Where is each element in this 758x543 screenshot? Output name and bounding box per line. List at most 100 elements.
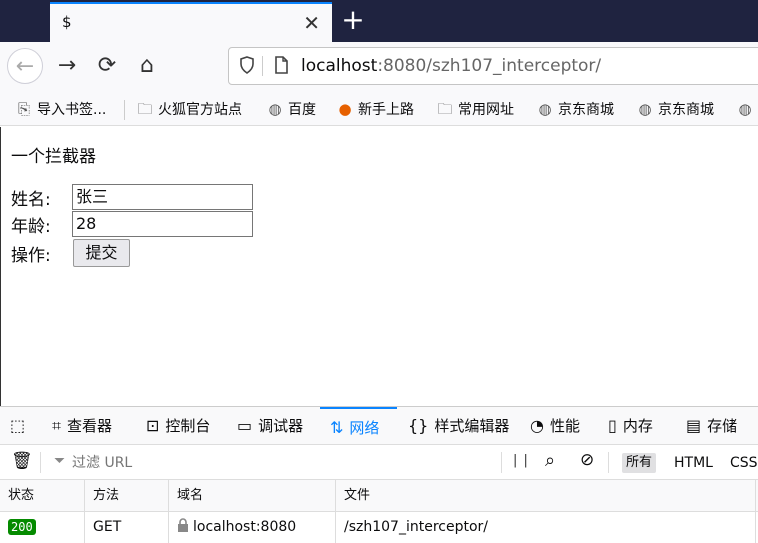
bookmark-import[interactable]: ⎘ 导入书签... <box>15 98 106 120</box>
tab-style-editor[interactable]: {} 样式编辑器 <box>408 407 509 445</box>
style-editor-icon: {} <box>408 416 429 435</box>
home-icon[interactable]: ⌂ <box>129 48 165 84</box>
filter-html-button[interactable]: HTML <box>670 453 717 473</box>
folder-icon: 🗀 <box>137 100 153 118</box>
tab-label: 网络 <box>349 419 380 437</box>
bookmark-label: 京东商城 <box>658 102 714 118</box>
pick-element-icon: ⬚ <box>10 416 26 435</box>
network-icon: ⇅ <box>330 418 344 437</box>
performance-icon: ◔ <box>530 416 544 435</box>
bookmark-label: 百度 <box>288 102 316 118</box>
domain-cell: localhost:8080 <box>169 512 336 543</box>
pick-element-button[interactable]: ⬚ <box>10 407 31 445</box>
tab-label: 性能 <box>549 417 580 435</box>
url-divider <box>262 56 263 76</box>
filter-icon: ⏷ <box>54 453 66 469</box>
tab-memory[interactable]: ▯ 内存 <box>608 407 653 445</box>
block-requests-icon[interactable]: ⊘ <box>580 450 594 470</box>
storage-icon: ▤ <box>686 416 702 435</box>
action-label: 操作: <box>11 246 51 266</box>
age-label: 年龄: <box>11 217 51 237</box>
tab-label: 控制台 <box>165 417 211 435</box>
filter-css-button[interactable]: CSS <box>726 453 758 473</box>
tab-label: 调试器 <box>258 417 304 435</box>
url-host: localhost <box>301 56 378 76</box>
bookmark-jd-2[interactable]: ◍ 京东商城 <box>636 98 714 120</box>
page-content: 一个拦截器 姓名: 张三 年龄: 28 操作: 提交 <box>0 127 758 407</box>
domain-text: localhost:8080 <box>193 519 297 535</box>
navigation-bar: ← → ⟳ ⌂ localhost:8080/szh107_intercepto… <box>0 42 758 92</box>
bookmark-baidu[interactable]: ◍ 百度 <box>266 98 316 120</box>
devtools-tabs: ⬚ ⌗ 查看器 ⊡ 控制台 ▭ 调试器 ⇅ 网络 {} 样式编辑器 ◔ 性能 ▯ 内存 ▤ 存储 <box>0 407 758 445</box>
submit-button[interactable]: 提交 <box>73 239 130 267</box>
name-input[interactable]: 张三 <box>72 184 253 210</box>
bookmark-label: 火狐官方站点 <box>158 102 242 118</box>
status-cell: 200 <box>0 512 85 543</box>
name-label: 姓名: <box>11 190 51 210</box>
globe-icon: ◍ <box>738 100 752 118</box>
column-status[interactable]: 状态 <box>0 480 85 512</box>
tab-debugger[interactable]: ▭ 调试器 <box>237 407 303 445</box>
globe-icon: ◍ <box>268 100 282 118</box>
tab-label: 存储 <box>707 417 738 435</box>
search-icon[interactable]: ⌕ <box>545 450 555 471</box>
bookmarks-toolbar: ⎘ 导入书签... 🗀 火狐官方站点 ◍ 百度 ● 新手上路 🗀 常用网址 ◍ 京东商城 ◍… <box>0 92 758 126</box>
bookmark-jd-1[interactable]: ◍ 京东商城 <box>536 98 614 120</box>
url-bar[interactable]: localhost:8080/szh107_interceptor/ <box>228 47 758 85</box>
bookmark-label: 新手上路 <box>358 102 414 118</box>
method-cell: GET <box>85 512 169 543</box>
bookmark-getting-started[interactable]: ● 新手上路 <box>336 98 414 120</box>
network-table-header: 状态 方法 域名 文件 <box>0 480 758 512</box>
tab-inspector[interactable]: ⌗ 查看器 <box>52 407 112 445</box>
file-cell: /szh107_interceptor/ <box>336 512 756 543</box>
bookmark-overflow[interactable]: ◍ <box>736 98 758 120</box>
bookmark-firefox-site[interactable]: 🗀 火狐官方站点 <box>136 98 242 120</box>
network-toolbar: 🗑 ⏷ | | ⌕ ⊘ 所有 HTML CSS <box>0 445 758 480</box>
filter-all-button[interactable]: 所有 <box>622 453 657 473</box>
console-icon: ⊡ <box>146 416 160 435</box>
url-text[interactable]: localhost:8080/szh107_interceptor/ <box>301 56 601 76</box>
tab-console[interactable]: ⊡ 控制台 <box>146 407 210 445</box>
column-domain[interactable]: 域名 <box>169 480 336 512</box>
clear-trash-icon[interactable]: 🗑 <box>11 451 33 471</box>
lock-icon <box>178 518 188 532</box>
tab-label: 样式编辑器 <box>434 417 510 435</box>
back-icon[interactable]: ← <box>7 48 43 84</box>
table-row[interactable]: 200 GET localhost:8080 /szh107_intercept… <box>0 512 758 543</box>
page-info-icon[interactable] <box>273 55 289 75</box>
tab-storage[interactable]: ▤ 存储 <box>686 407 737 445</box>
tracking-shield-icon[interactable] <box>239 56 255 74</box>
bookmark-label: 京东商城 <box>558 102 614 118</box>
filter-url-input[interactable] <box>72 452 272 474</box>
import-icon: ⎘ <box>17 100 30 118</box>
browser-tab[interactable]: $ ✕ <box>50 2 332 42</box>
column-file[interactable]: 文件 <box>336 480 756 512</box>
tab-label: 查看器 <box>67 417 113 435</box>
age-input[interactable]: 28 <box>72 211 253 237</box>
globe-icon: ◍ <box>538 100 552 118</box>
tab-label: 内存 <box>622 417 653 435</box>
tab-network[interactable]: ⇅ 网络 <box>320 407 397 445</box>
toolbar-separator <box>608 452 609 473</box>
tab-performance[interactable]: ◔ 性能 <box>530 407 580 445</box>
folder-icon: 🗀 <box>437 100 453 118</box>
toolbar-separator <box>501 452 502 473</box>
pause-icon[interactable]: | | <box>513 453 529 468</box>
toolbar-separator <box>40 452 41 473</box>
inspector-icon: ⌗ <box>52 416 62 435</box>
new-tab-icon[interactable]: + <box>338 4 368 36</box>
forward-icon[interactable]: → <box>49 48 85 84</box>
firefox-icon: ● <box>338 100 352 118</box>
globe-icon: ◍ <box>638 100 652 118</box>
tab-title: $ <box>62 13 72 31</box>
column-method[interactable]: 方法 <box>85 480 169 512</box>
bookmark-common-sites[interactable]: 🗀 常用网址 <box>436 98 514 120</box>
memory-icon: ▯ <box>608 416 617 435</box>
page-heading: 一个拦截器 <box>11 147 96 167</box>
url-path: :8080/szh107_interceptor/ <box>377 56 602 76</box>
reload-icon[interactable]: ⟳ <box>89 48 125 84</box>
tab-strip: $ ✕ + <box>0 0 758 42</box>
bookmark-separator <box>124 100 125 120</box>
close-tab-icon[interactable]: ✕ <box>303 11 320 35</box>
bookmark-label: 常用网址 <box>458 102 514 118</box>
